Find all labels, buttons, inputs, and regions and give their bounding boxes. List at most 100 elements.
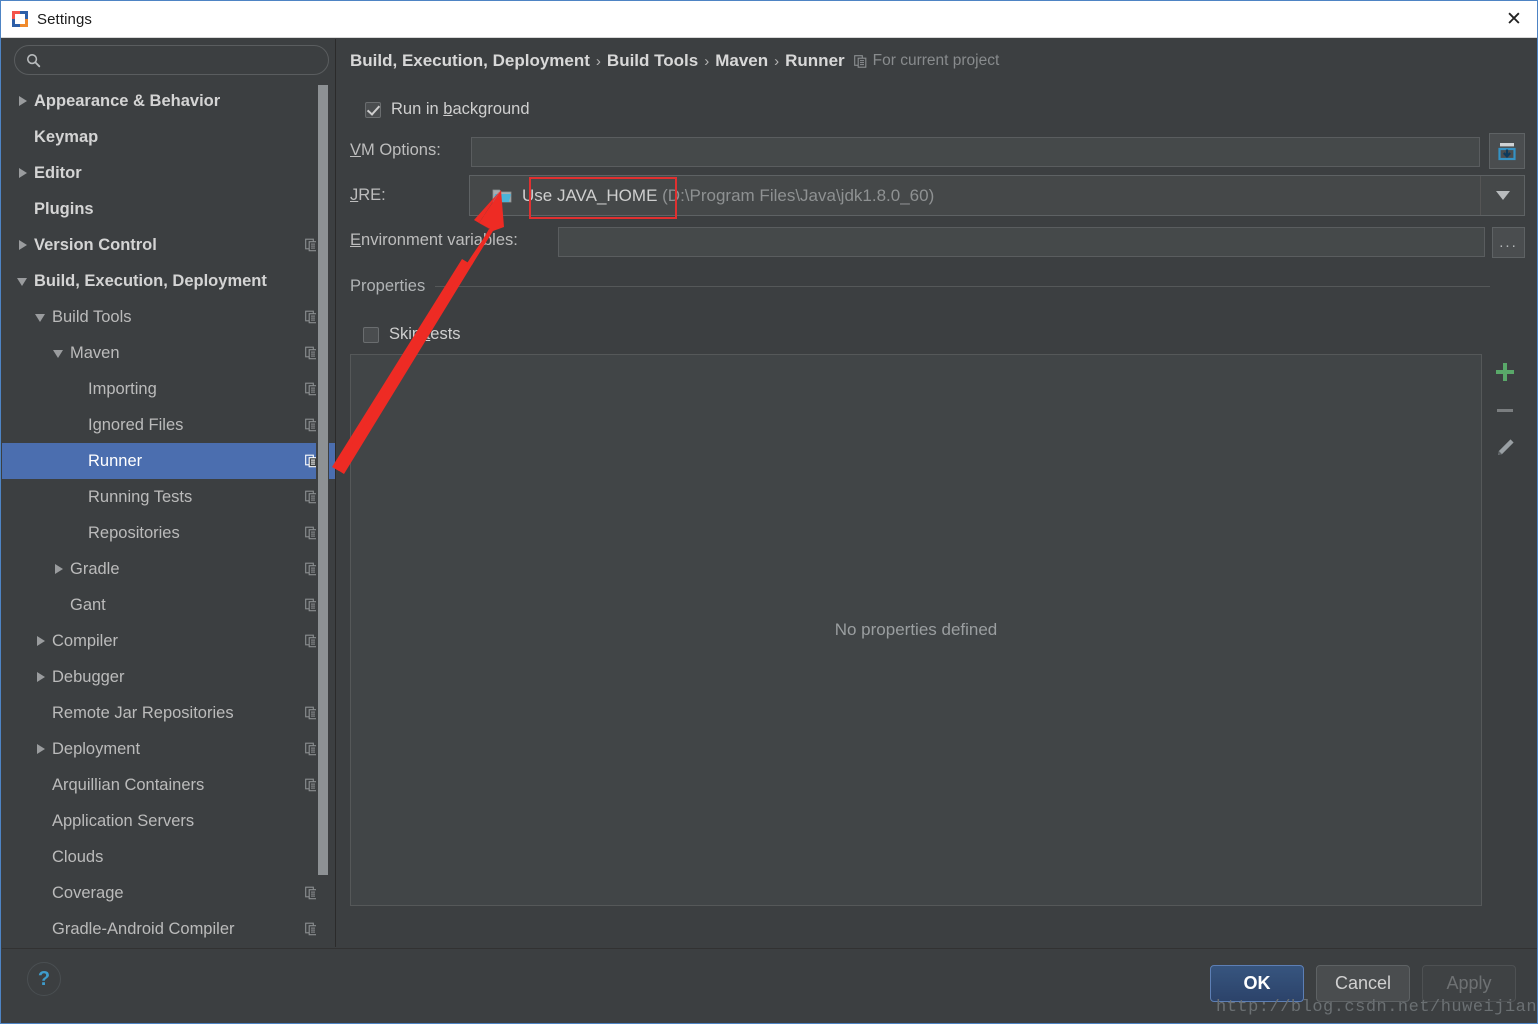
sidebar-item-gradle[interactable]: Gradle [2, 551, 335, 587]
sidebar-item-importing[interactable]: Importing [2, 371, 335, 407]
sidebar-item-plugins[interactable]: Plugins [2, 191, 335, 227]
sidebar-item-version-control[interactable]: Version Control [2, 227, 335, 263]
sidebar-item-label: Application Servers [52, 811, 195, 830]
sidebar-item-label: Deployment [52, 739, 141, 758]
chevron-down-icon[interactable] [52, 346, 66, 360]
sidebar-item-keymap[interactable]: Keymap [2, 119, 335, 155]
sidebar-item-label: Build, Execution, Deployment [34, 271, 267, 290]
skip-tests-checkbox[interactable] [363, 326, 379, 343]
run-in-background-checkbox[interactable] [365, 101, 381, 118]
sidebar-item-gant[interactable]: Gant [2, 587, 335, 623]
watermark-text: http://blog.csdn.net/huweijian5 [1216, 998, 1538, 1017]
sidebar-item-label: Runner [88, 451, 143, 470]
sidebar-item-arquillian-containers[interactable]: Arquillian Containers [2, 767, 335, 803]
sidebar-item-label: Build Tools [52, 307, 132, 326]
sidebar-item-build-execution-deployment[interactable]: Build, Execution, Deployment [2, 263, 335, 299]
sidebar-item-coverage[interactable]: Coverage [2, 875, 335, 911]
chevron-right-icon[interactable] [16, 94, 30, 108]
sidebar-item-remote-jar-repositories[interactable]: Remote Jar Repositories [2, 695, 335, 731]
search-input[interactable] [47, 52, 328, 68]
run-in-background-row[interactable]: Run in background [365, 100, 530, 119]
ok-button[interactable]: OK [1210, 965, 1304, 1002]
breadcrumb-part[interactable]: Runner [785, 51, 845, 71]
env-vars-input[interactable] [558, 227, 1485, 257]
sidebar-item-label: Compiler [52, 631, 119, 650]
env-vars-browse-button[interactable]: ... [1492, 227, 1525, 258]
jre-combobox[interactable]: Use JAVA_HOME (D:\Program Files\Java\jdk… [469, 175, 1525, 216]
add-property-button[interactable] [1487, 354, 1523, 390]
edit-property-button[interactable] [1487, 430, 1523, 466]
sidebar-item-compiler[interactable]: Compiler [2, 623, 335, 659]
settings-dialog: Settings ✕ Appearance & Behavior Keymap Ed… [0, 0, 1538, 1024]
sidebar-item-label: Arquillian Containers [52, 775, 205, 794]
breadcrumb-scope-label: For current project [872, 52, 1000, 69]
properties-toolbar [1486, 354, 1524, 906]
sidebar-item-label: Clouds [52, 847, 104, 866]
sidebar-item-runner[interactable]: Runner [2, 443, 335, 479]
vm-options-input[interactable] [471, 137, 1480, 167]
search-icon [26, 53, 41, 67]
sidebar-item-application-servers[interactable]: Application Servers [2, 803, 335, 839]
sidebar-item-build-tools[interactable]: Build Tools [2, 299, 335, 335]
skip-tests-row[interactable]: Skip tests [363, 325, 461, 344]
breadcrumb-part[interactable]: Maven [715, 51, 768, 71]
settings-tree[interactable]: Appearance & Behavior Keymap Editor Plugins… [2, 83, 335, 947]
chevron-right-icon[interactable] [34, 670, 48, 684]
intellij-idea-icon [12, 11, 28, 27]
sidebar-scrollbar-thumb[interactable] [318, 85, 328, 875]
sidebar-item-label: Running Tests [88, 487, 193, 506]
sidebar-item-repositories[interactable]: Repositories [2, 515, 335, 551]
chevron-right-icon[interactable] [16, 238, 30, 252]
skip-tests-label: Skip tests [389, 325, 461, 343]
apply-button[interactable]: Apply [1422, 965, 1516, 1002]
sidebar-item-label: Gant [70, 595, 106, 614]
sidebar-item-label: Gradle [70, 559, 120, 578]
sidebar-item-maven[interactable]: Maven [2, 335, 335, 371]
sidebar-item-label: Plugins [34, 199, 94, 218]
sidebar-item-label: Repositories [88, 523, 180, 542]
vm-options-label-wrap: VM Options: [350, 141, 441, 160]
jre-label: JRE: [350, 186, 386, 204]
properties-empty-text: No properties defined [834, 620, 998, 639]
env-vars-label-wrap: Environment variables: [350, 231, 518, 250]
chevron-down-icon[interactable] [1480, 176, 1524, 215]
chevron-right-icon[interactable] [34, 634, 48, 648]
settings-sidebar: Appearance & Behavior Keymap Editor Plugins… [2, 39, 336, 947]
vm-options-label: VM Options: [350, 141, 441, 159]
sidebar-item-label: Ignored Files [88, 415, 184, 434]
sidebar-item-debugger[interactable]: Debugger [2, 659, 335, 695]
window-title: Settings [37, 10, 92, 28]
remove-property-button[interactable] [1487, 392, 1523, 428]
chevron-right-icon[interactable] [34, 742, 48, 756]
chevron-down-icon[interactable] [34, 310, 48, 324]
properties-panel[interactable]: No properties defined [350, 354, 1482, 906]
sidebar-item-ignored-files[interactable]: Ignored Files [2, 407, 335, 443]
sidebar-item-editor[interactable]: Editor [2, 155, 335, 191]
chevron-right-icon[interactable] [52, 562, 66, 576]
search-box[interactable] [14, 45, 329, 75]
close-icon[interactable]: ✕ [1491, 1, 1537, 37]
help-button[interactable]: ? [27, 962, 61, 996]
expand-field-icon[interactable] [1489, 133, 1525, 169]
breadcrumb: Build, Execution, Deployment › Build Tools… [350, 51, 999, 71]
cancel-button[interactable]: Cancel [1316, 965, 1410, 1002]
breadcrumb-separator: › [704, 52, 710, 70]
chevron-down-icon[interactable] [16, 274, 30, 288]
settings-main-panel: Build, Execution, Deployment › Build Tools… [337, 39, 1537, 947]
breadcrumb-part[interactable]: Build, Execution, Deployment [350, 51, 590, 71]
run-in-background-label: Run in background [391, 100, 530, 118]
breadcrumb-part[interactable]: Build Tools [607, 51, 698, 71]
sidebar-item-running-tests[interactable]: Running Tests [2, 479, 335, 515]
sidebar-item-clouds[interactable]: Clouds [2, 839, 335, 875]
sidebar-item-appearance-behavior[interactable]: Appearance & Behavior [2, 83, 335, 119]
sidebar-item-deployment[interactable]: Deployment [2, 731, 335, 767]
breadcrumb-scope: For current project [853, 52, 1000, 70]
chevron-right-icon[interactable] [16, 166, 30, 180]
sidebar-item-gradle-android-compiler[interactable]: Gradle-Android Compiler [2, 911, 335, 947]
